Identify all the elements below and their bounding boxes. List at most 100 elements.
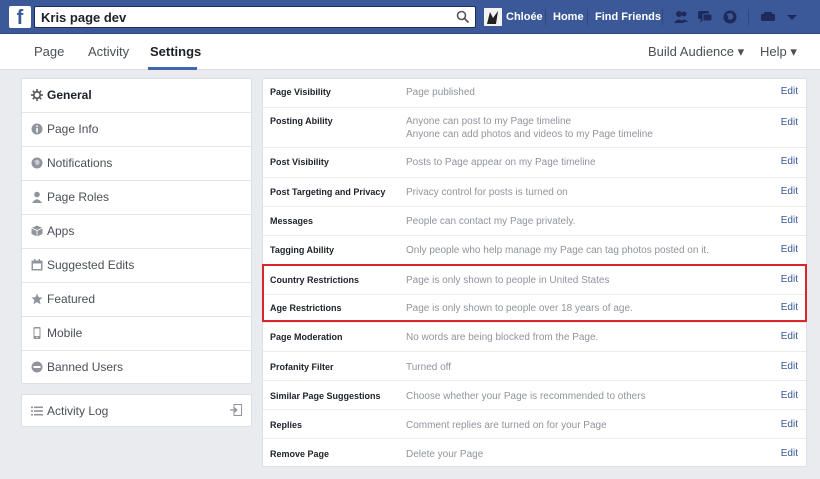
search-box (34, 6, 476, 28)
general-settings-panel: Page Visibility Page published Edit Post… (262, 78, 807, 467)
setting-value: Posts to Page appear on my Page timeline (406, 157, 596, 168)
setting-row-posting-ability: Posting Ability Anyone can post to my Pa… (263, 108, 806, 148)
edit-link[interactable]: Edit (781, 302, 798, 313)
edit-link[interactable]: Edit (781, 419, 798, 430)
setting-row-age-restrictions: Age Restrictions Page is only shown to p… (263, 295, 806, 323)
sidebar-item-label: General (47, 88, 92, 102)
tab-activity[interactable]: Activity (88, 44, 129, 59)
friend-requests-icon[interactable] (673, 9, 689, 25)
setting-name: Profanity Filter (270, 362, 334, 372)
edit-link[interactable]: Edit (781, 186, 798, 197)
setting-row-country-restrictions: Country Restrictions Page is only shown … (263, 265, 806, 295)
setting-value: Page is only shown to people over 18 yea… (406, 303, 633, 314)
info-icon (31, 123, 43, 135)
search-icon[interactable] (456, 10, 470, 24)
notifications-globe-icon[interactable] (722, 9, 738, 25)
top-navigation-bar: f Chloée Home Find Friends (0, 0, 820, 34)
sidebar-item-page-info[interactable]: Page Info (22, 113, 251, 147)
tab-page[interactable]: Page (34, 44, 64, 59)
setting-row-messages: Messages People can contact my Page priv… (263, 207, 806, 236)
sidebar-item-label: Page Info (47, 122, 99, 136)
nav-divider (545, 9, 546, 25)
banned-icon (31, 361, 43, 373)
setting-row-page-moderation: Page Moderation No words are being block… (263, 323, 806, 352)
home-link[interactable]: Home (553, 11, 584, 23)
setting-value: Page is only shown to people in United S… (406, 275, 610, 286)
sidebar-item-label: Suggested Edits (47, 258, 135, 272)
sidebar-item-featured[interactable]: Featured (22, 283, 251, 317)
nav-divider (587, 9, 588, 25)
help-dropdown[interactable]: Help ▾ (760, 44, 797, 60)
nav-divider (748, 9, 749, 25)
calendar-icon (31, 259, 43, 271)
sidebar-item-label: Activity Log (47, 404, 109, 418)
page-sub-navigation: Page Activity Settings Build Audience ▾ … (0, 34, 820, 70)
setting-value: Anyone can post to my Page timeline (406, 116, 572, 127)
edit-link[interactable]: Edit (781, 448, 798, 459)
edit-link[interactable]: Edit (781, 156, 798, 167)
setting-value: Choose whether your Page is recommended … (406, 391, 646, 402)
sidebar-item-banned-users[interactable]: Banned Users (22, 351, 251, 385)
active-tab-indicator (148, 67, 197, 70)
setting-row-post-visibility: Post Visibility Posts to Page appear on … (263, 148, 806, 178)
activity-log-box: Activity Log (21, 394, 252, 427)
setting-value: Anyone can add photos and videos to my P… (406, 129, 653, 140)
edit-link[interactable]: Edit (781, 274, 798, 285)
sidebar-item-apps[interactable]: Apps (22, 215, 251, 249)
sidebar-item-mobile[interactable]: Mobile (22, 317, 251, 351)
setting-row-post-targeting: Post Targeting and Privacy Privacy contr… (263, 178, 806, 207)
list-icon (31, 406, 43, 416)
sidebar-item-label: Featured (47, 292, 96, 306)
setting-value: Page published (406, 87, 475, 98)
setting-name: Posting Ability (270, 116, 333, 126)
setting-name: Age Restrictions (270, 303, 342, 313)
cube-icon (31, 225, 43, 237)
nav-divider (662, 9, 663, 25)
sidebar-item-label: Notifications (47, 156, 113, 170)
edit-link[interactable]: Edit (781, 331, 798, 342)
setting-name: Country Restrictions (270, 275, 360, 285)
setting-row-profanity-filter: Profanity Filter Turned off Edit (263, 352, 806, 381)
sidebar-item-label: Mobile (47, 326, 83, 340)
setting-row-replies: Replies Comment replies are turned on fo… (263, 410, 806, 439)
setting-row-page-visibility: Page Visibility Page published Edit (263, 79, 806, 108)
setting-value: People can contact my Page privately. (406, 216, 576, 227)
build-audience-dropdown[interactable]: Build Audience ▾ (648, 44, 744, 60)
setting-value: Privacy control for posts is turned on (406, 187, 568, 198)
edit-link[interactable]: Edit (781, 215, 798, 226)
profile-name-link[interactable]: Chloée (506, 11, 543, 23)
facebook-logo[interactable]: f (9, 6, 31, 28)
sidebar-item-page-roles[interactable]: Page Roles (22, 181, 251, 215)
edit-link[interactable]: Edit (781, 86, 798, 97)
avatar-image (484, 8, 502, 26)
edit-link[interactable]: Edit (781, 390, 798, 401)
setting-name: Post Targeting and Privacy (270, 187, 386, 197)
settings-sidebar: General Page Info Notifications Page Rol… (21, 78, 252, 384)
sidebar-item-activity-log[interactable]: Activity Log (22, 395, 251, 426)
find-friends-link[interactable]: Find Friends (595, 11, 661, 23)
messages-icon[interactable] (697, 9, 713, 25)
account-menu-chevron-icon[interactable] (784, 9, 800, 25)
setting-value: Turned off (406, 362, 452, 373)
setting-name: Tagging Ability (270, 245, 334, 255)
sidebar-item-notifications[interactable]: Notifications (22, 147, 251, 181)
setting-value: Only people who help manage my Page can … (406, 245, 709, 256)
sidebar-item-general[interactable]: General (22, 79, 251, 113)
setting-name: Remove Page (270, 449, 330, 459)
setting-name: Replies (270, 420, 303, 430)
external-link-icon[interactable] (230, 404, 242, 416)
tab-settings[interactable]: Settings (150, 44, 201, 59)
setting-name: Page Visibility (270, 87, 331, 97)
setting-name: Page Moderation (270, 332, 343, 342)
profile-avatar[interactable] (484, 8, 502, 26)
privacy-shortcuts-icon[interactable] (760, 9, 776, 25)
sidebar-item-suggested-edits[interactable]: Suggested Edits (22, 249, 251, 283)
setting-name: Messages (270, 216, 314, 226)
edit-link[interactable]: Edit (781, 361, 798, 372)
setting-row-remove-page: Remove Page Delete your Page Edit (263, 439, 806, 466)
setting-name: Post Visibility (270, 157, 329, 167)
search-input[interactable] (35, 7, 445, 27)
edit-link[interactable]: Edit (781, 117, 798, 128)
sidebar-item-label: Apps (47, 224, 75, 238)
edit-link[interactable]: Edit (781, 244, 798, 255)
